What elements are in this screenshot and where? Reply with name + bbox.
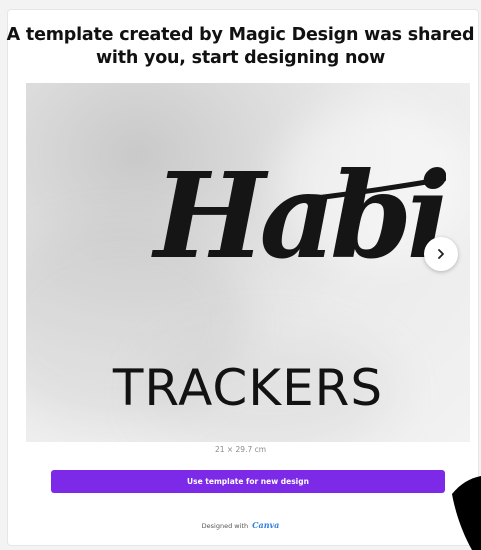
use-template-button[interactable]: Use template for new design <box>51 470 445 493</box>
chevron-right-icon <box>438 249 444 259</box>
template-dimensions: 21 × 29.7 cm <box>214 445 267 454</box>
headline-line-1: A template created by Magic Design was s… <box>6 25 475 45</box>
headline-line-2: with you, start designing now <box>95 48 386 68</box>
template-preview[interactable]: Habit TRACKERS <box>26 83 470 442</box>
script-word: Habit <box>151 146 446 285</box>
trackers-title: TRACKERS <box>112 359 384 417</box>
habit-script-title: Habit <box>151 146 446 285</box>
next-page-button[interactable] <box>424 237 458 271</box>
canva-logo[interactable]: Canva <box>252 520 279 530</box>
decorative-corner-shape <box>452 476 481 550</box>
designed-with-label: Designed with <box>201 522 249 530</box>
share-headline: A template created by Magic Design was s… <box>0 24 481 70</box>
designed-with-footer: Designed with Canva <box>0 520 481 530</box>
